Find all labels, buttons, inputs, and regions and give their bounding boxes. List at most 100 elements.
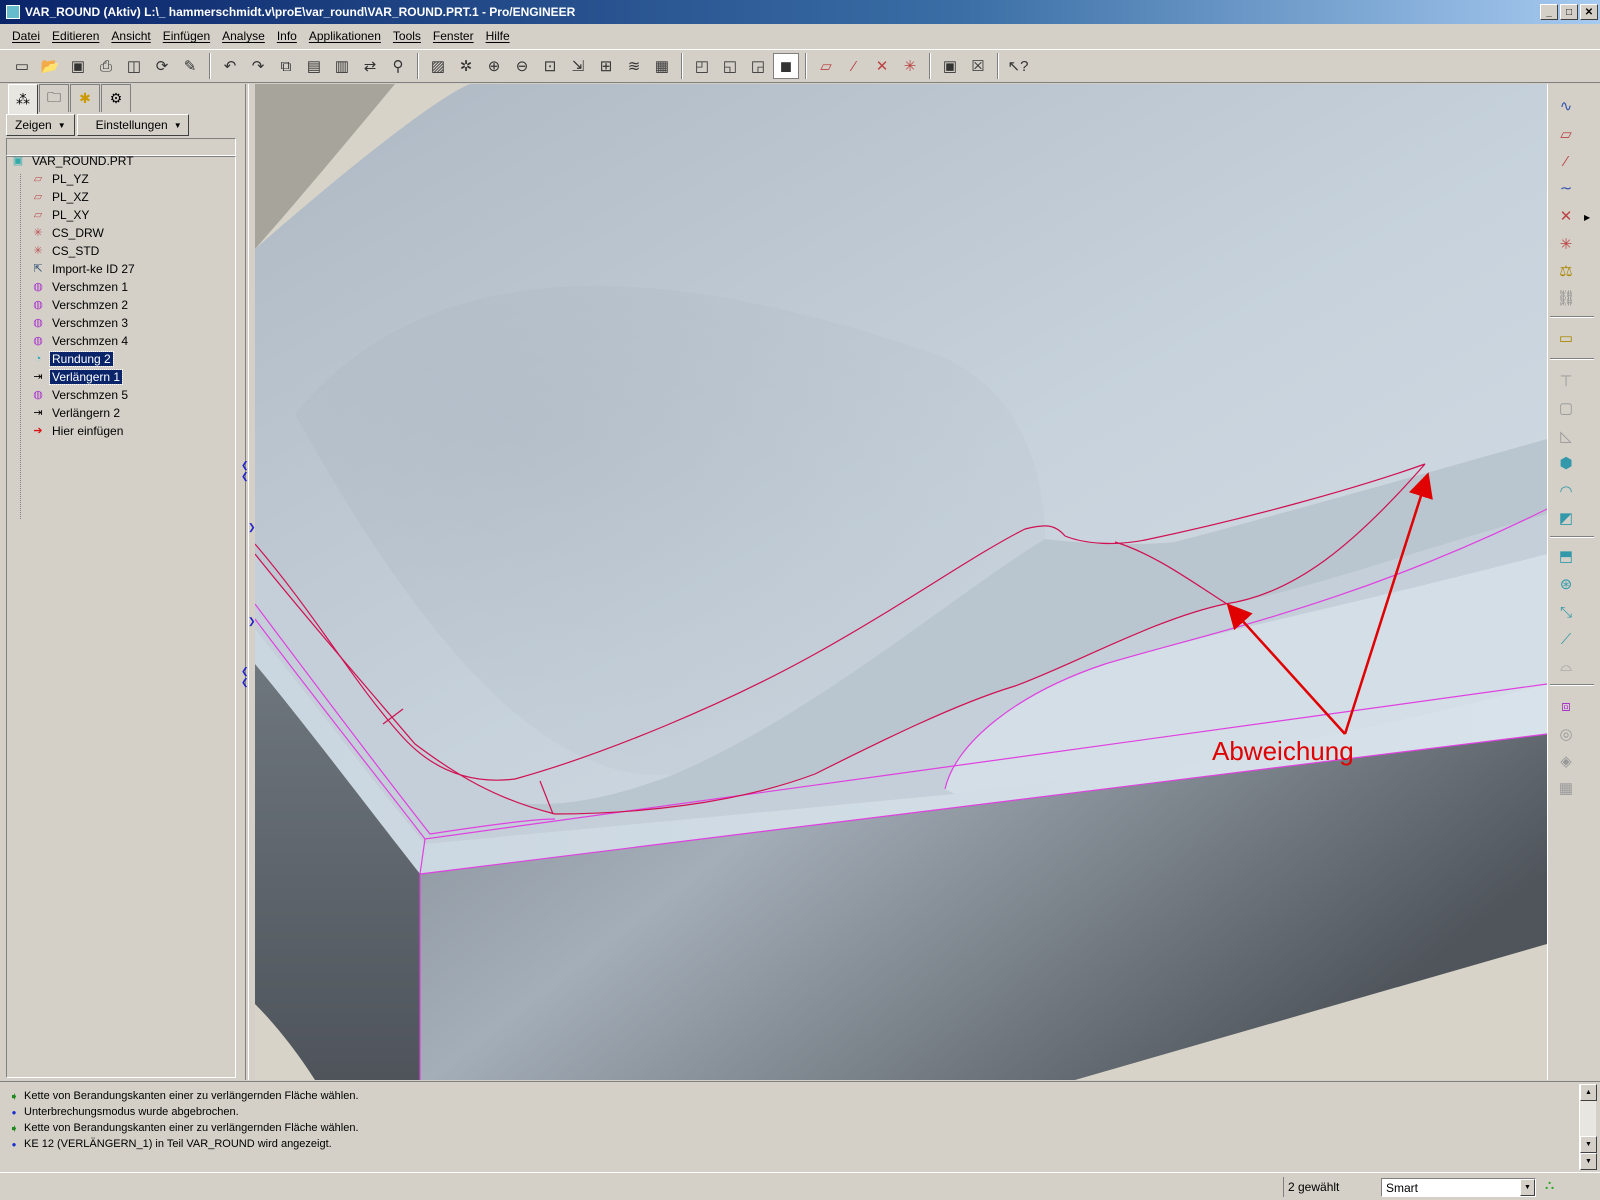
round-tool-icon[interactable]: ◠ <box>1553 479 1579 503</box>
zoom-in-icon[interactable]: ⊕ <box>481 53 507 79</box>
merge-tool-icon[interactable]: ◎ <box>1553 722 1579 746</box>
preview-icon[interactable]: ◫ <box>121 53 147 79</box>
boundary-blend-icon[interactable]: ⌓ <box>1553 654 1579 678</box>
erase-window-icon[interactable]: ☒ <box>965 53 991 79</box>
saved-views-icon[interactable]: ⊞ <box>593 53 619 79</box>
trim-icon[interactable]: ◈ <box>1553 749 1579 773</box>
menu-tools[interactable]: Tools <box>387 29 427 43</box>
tree-item-merge-5[interactable]: ◍ Verschmzen 5 <box>30 386 130 403</box>
blend-icon[interactable]: ⟋ <box>1553 627 1579 651</box>
chamfer-icon[interactable]: ◩ <box>1553 506 1579 530</box>
datum-planes-icon[interactable]: ▱ <box>813 53 839 79</box>
coord-systems-icon[interactable]: ✳ <box>897 53 923 79</box>
tree-item-import[interactable]: ⇱ Import-ke ID 27 <box>30 260 137 277</box>
mirror-tool-icon[interactable]: ⧈ <box>1553 694 1579 718</box>
graphics-window[interactable]: Abweichung <box>255 84 1547 1080</box>
draft-icon[interactable]: ⬢ <box>1553 451 1579 475</box>
tree-item-insert-here[interactable]: ➔ Hier einfügen <box>30 422 125 439</box>
regen-status-icon[interactable]: ⛬ <box>1545 1177 1559 1197</box>
folder-browser-icon[interactable]: 🗀 <box>39 84 69 112</box>
tree-root[interactable]: ▣ VAR_ROUND.PRT <box>10 152 136 169</box>
model-view[interactable] <box>255 84 1547 1080</box>
message-scrollbar[interactable]: ▲ ▼ ▼ <box>1579 1084 1597 1170</box>
scroll-up-icon[interactable]: ▲ <box>1580 1084 1597 1101</box>
layers-icon[interactable]: ≋ <box>621 53 647 79</box>
favorites-icon[interactable]: ✱ <box>70 84 100 112</box>
print-icon[interactable]: ⎙ <box>93 53 119 79</box>
copy-icon[interactable]: ⧉ <box>273 53 299 79</box>
chevron-left-icon[interactable]: ❮ <box>241 460 249 471</box>
coord-system-tool-icon[interactable]: ✳ <box>1553 232 1579 256</box>
close-button[interactable]: ✕ <box>1580 4 1598 20</box>
chevron-left-icon[interactable]: ❮ <box>241 677 249 688</box>
open-icon[interactable]: 📂 <box>37 53 63 79</box>
zoom-out-icon[interactable]: ⊖ <box>509 53 535 79</box>
tree-item-pl-xy[interactable]: ▱ PL_XY <box>30 206 91 223</box>
show-dropdown[interactable]: Zeigen ▼ <box>6 114 75 136</box>
menu-hilfe[interactable]: Hilfe <box>480 29 516 43</box>
annotation-icon[interactable]: ▭ <box>1553 326 1579 350</box>
chevron-left-icon[interactable]: ❮ <box>241 471 249 482</box>
datum-axes-icon[interactable]: ⁄ <box>841 53 867 79</box>
new-icon[interactable]: ▭ <box>9 53 35 79</box>
menu-editieren[interactable]: Editieren <box>46 29 105 43</box>
tree-item-pl-xz[interactable]: ▱ PL_XZ <box>30 188 91 205</box>
extrude-icon[interactable]: ⬒ <box>1553 544 1579 568</box>
spin-center-icon[interactable]: ✲ <box>453 53 479 79</box>
rib-icon[interactable]: ◺ <box>1553 424 1579 448</box>
tree-item-merge-3[interactable]: ◍ Verschmzen 3 <box>30 314 130 331</box>
tree-item-pl-yz[interactable]: ▱ PL_YZ <box>30 170 91 187</box>
no-hidden-icon[interactable]: ◲ <box>745 53 771 79</box>
maximize-button[interactable]: □ <box>1560 4 1578 20</box>
connections-icon[interactable]: ⚙ <box>101 84 131 112</box>
chevron-down-icon[interactable]: ▼ <box>1520 1179 1535 1196</box>
find-icon[interactable]: ⚲ <box>385 53 411 79</box>
close-window-icon[interactable]: ▣ <box>937 53 963 79</box>
tree-item-extend-2[interactable]: ⇥ Verlängern 2 <box>30 404 122 421</box>
paste-icon[interactable]: ▤ <box>301 53 327 79</box>
view-manager-icon[interactable]: ▦ <box>649 53 675 79</box>
menu-einfuegen[interactable]: Einfügen <box>157 29 216 43</box>
chain-icon[interactable]: ⛓ <box>1553 286 1579 310</box>
datum-curve-tool-icon[interactable]: ∼ <box>1553 176 1579 200</box>
tree-item-merge-1[interactable]: ◍ Verschmzen 1 <box>30 278 130 295</box>
panel-splitter[interactable]: ❮ ❮ ❯ ❯ ❮ ❮ <box>240 84 256 1080</box>
scroll-down-icon[interactable]: ▼ <box>1580 1136 1597 1153</box>
redo-icon[interactable]: ↷ <box>245 53 271 79</box>
tree-item-cs-drw[interactable]: ✳ CS_DRW <box>30 224 106 241</box>
tree-item-merge-4[interactable]: ◍ Verschmzen 4 <box>30 332 130 349</box>
tree-item-merge-2[interactable]: ◍ Verschmzen 2 <box>30 296 130 313</box>
scroll-end-icon[interactable]: ▼ <box>1580 1153 1597 1170</box>
datum-point-tool-icon[interactable]: ✕ <box>1553 204 1579 228</box>
variable-sweep-icon[interactable]: ⤡ <box>1553 600 1579 624</box>
refit-icon[interactable]: ⊡ <box>537 53 563 79</box>
chevron-left-icon[interactable]: ❮ <box>241 666 249 677</box>
revolve-icon[interactable]: ⊛ <box>1553 572 1579 596</box>
flyout-arrow-icon[interactable]: ▶ <box>1584 213 1590 222</box>
splitter-bar[interactable] <box>245 84 249 1080</box>
pattern-icon[interactable]: ▦ <box>1553 776 1579 800</box>
hole-icon[interactable]: ⊤ <box>1553 369 1579 393</box>
menu-applikationen[interactable]: Applikationen <box>303 29 387 43</box>
context-help-icon[interactable]: ↖? <box>1005 53 1031 79</box>
menu-fenster[interactable]: Fenster <box>427 29 480 43</box>
datum-axis-tool-icon[interactable]: ⁄ <box>1553 149 1579 173</box>
tree-item-extend-1[interactable]: ⇥ Verlängern 1 <box>30 368 124 385</box>
edit-icon[interactable]: ✎ <box>177 53 203 79</box>
orient-icon[interactable]: ⇲ <box>565 53 591 79</box>
selection-filter-select[interactable]: Smart ▼ <box>1381 1178 1536 1197</box>
repaint-icon[interactable]: ▨ <box>425 53 451 79</box>
tree-item-cs-std[interactable]: ✳ CS_STD <box>30 242 101 259</box>
analysis-feature-icon[interactable]: ⚖ <box>1553 259 1579 283</box>
sketched-curve-icon[interactable]: ∿ <box>1553 94 1579 118</box>
menu-datei[interactable]: Datei <box>6 29 46 43</box>
model-tree-icon[interactable]: ⁂ <box>8 84 38 114</box>
regenerate-icon[interactable]: ⟳ <box>149 53 175 79</box>
shell-icon[interactable]: ▢ <box>1553 396 1579 420</box>
undo-icon[interactable]: ↶ <box>217 53 243 79</box>
settings-dropdown[interactable]: Einstellungen ▼ <box>76 114 189 136</box>
wireframe-icon[interactable]: ◰ <box>689 53 715 79</box>
tree-item-round-2[interactable]: ◔ Rundung 2 <box>30 350 114 367</box>
datum-points-icon[interactable]: ✕ <box>869 53 895 79</box>
mirror-icon[interactable]: ⇄ <box>357 53 383 79</box>
